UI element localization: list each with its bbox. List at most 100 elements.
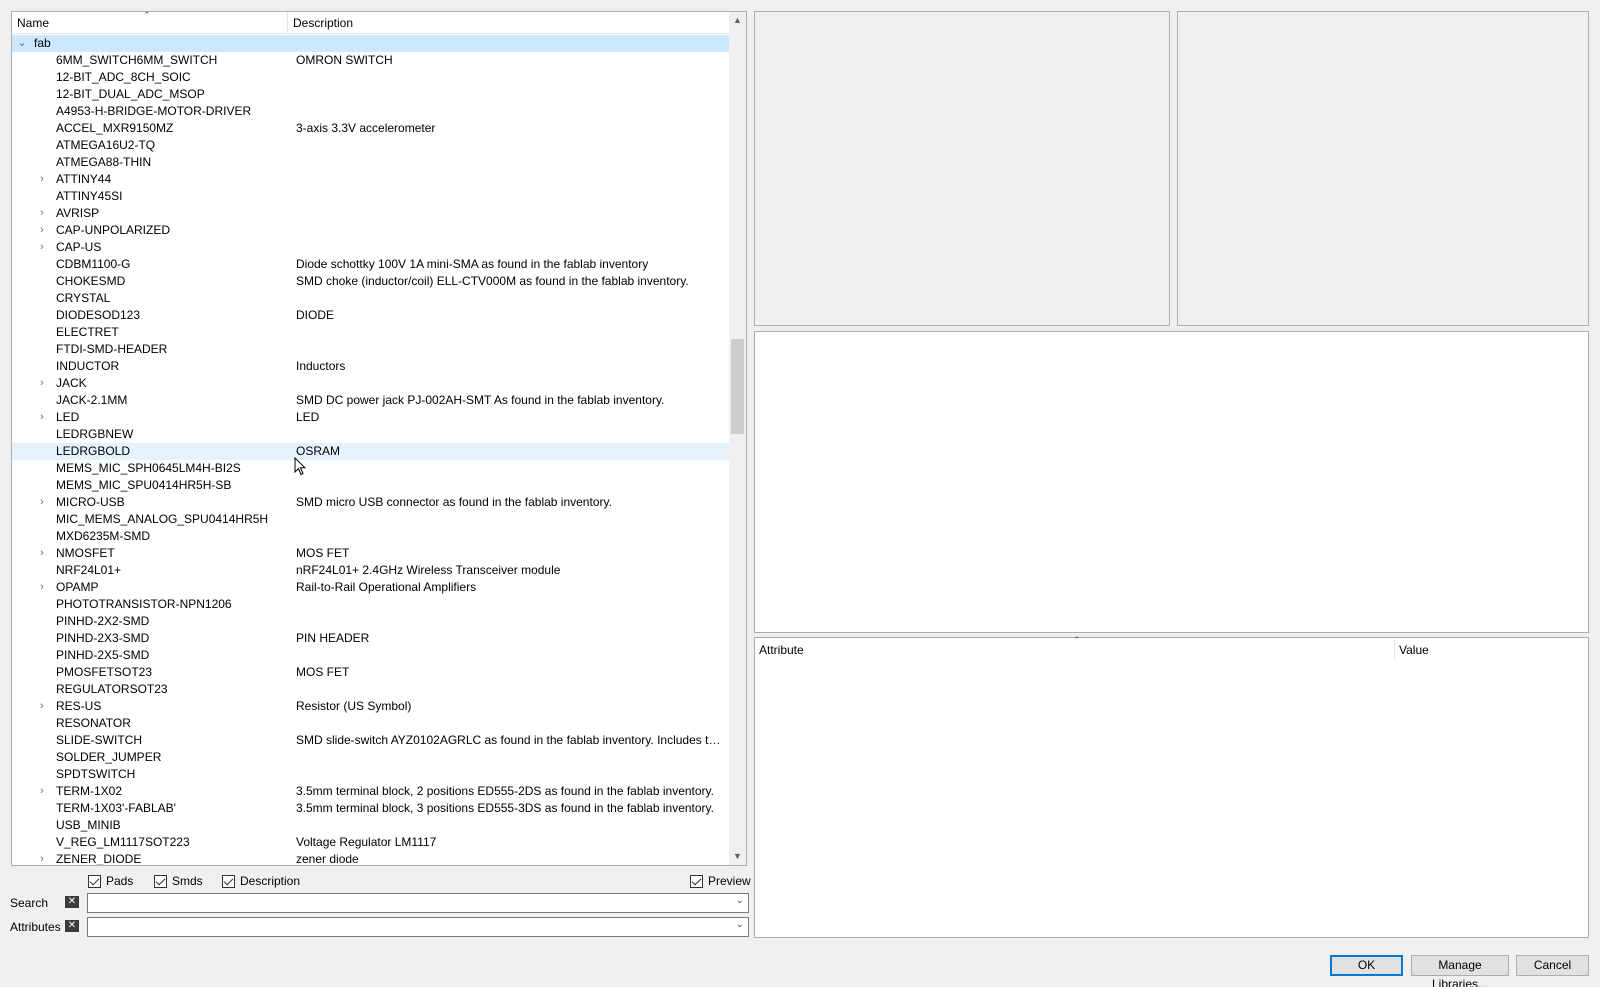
manage-libraries-button[interactable]: Manage Libraries... bbox=[1411, 955, 1509, 987]
chevron-right-icon[interactable]: › bbox=[36, 222, 48, 239]
tree-row[interactable]: SOLDER_JUMPER bbox=[12, 749, 730, 766]
column-header-attribute[interactable]: Attribute bbox=[759, 643, 804, 657]
tree-row[interactable]: ELECTRET bbox=[12, 324, 730, 341]
tree-row[interactable]: ATTINY45SI bbox=[12, 188, 730, 205]
checkbox-checked-icon[interactable] bbox=[154, 874, 167, 888]
preview-label: Preview bbox=[708, 874, 751, 888]
scrollbar-thumb[interactable] bbox=[731, 339, 744, 434]
tree-row[interactable]: LEDRGBNEW bbox=[12, 426, 730, 443]
row-name: PINHD-2X5-SMD bbox=[56, 648, 150, 662]
tree-row[interactable]: V_REG_LM1117SOT223 Voltage Regulator LM11… bbox=[12, 834, 730, 851]
tree-row[interactable]: PINHD-2X3-SMD PIN HEADER bbox=[12, 630, 730, 647]
scroll-up-arrow-icon[interactable]: ▲ bbox=[729, 12, 746, 29]
tree-row[interactable]: INDUCTOR Inductors bbox=[12, 358, 730, 375]
tree-row[interactable]: REGULATORSOT23 bbox=[12, 681, 730, 698]
preview-checkbox[interactable]: Preview bbox=[690, 873, 751, 889]
tree-row[interactable]: A4953-H-BRIDGE-MOTOR-DRIVER bbox=[12, 103, 730, 120]
tree-row[interactable]: SLIDE-SWITCH SMD slide-switch AYZ0102AGRL… bbox=[12, 732, 730, 749]
row-name: A4953-H-BRIDGE-MOTOR-DRIVER bbox=[56, 104, 252, 118]
row-name: RESONATOR bbox=[56, 716, 131, 730]
tree-row[interactable]: LEDRGBOLD OSRAM bbox=[12, 443, 730, 460]
tree-row[interactable]: CDBM1100-G Diode schottky 100V 1A mini-SM… bbox=[12, 256, 730, 273]
scroll-down-arrow-icon[interactable]: ▼ bbox=[729, 848, 746, 865]
pads-checkbox[interactable]: Pads bbox=[88, 873, 133, 889]
clear-search-icon[interactable]: ✕ bbox=[65, 896, 79, 908]
row-name: SPDTSWITCH bbox=[56, 767, 136, 781]
chevron-down-icon[interactable]: ⌄ bbox=[16, 35, 28, 52]
library-tree[interactable]: Name Description ⌃ ⌄ fab 6MM_SWITCH6MM_S… bbox=[11, 11, 747, 866]
tree-row[interactable]: › MICRO-USB SMD micro USB connector as fou… bbox=[12, 494, 730, 511]
tree-row[interactable]: CRYSTAL bbox=[12, 290, 730, 307]
tree-row[interactable]: › LED LED bbox=[12, 409, 730, 426]
tree-row[interactable]: JACK-2.1MM SMD DC power jack PJ-002AH-SMT… bbox=[12, 392, 730, 409]
tree-row[interactable]: PINHD-2X5-SMD bbox=[12, 647, 730, 664]
attributes-combobox[interactable]: ⌄ bbox=[87, 917, 749, 937]
column-divider[interactable] bbox=[1394, 640, 1395, 660]
chevron-right-icon[interactable]: › bbox=[36, 239, 48, 256]
chevron-right-icon[interactable]: › bbox=[36, 851, 48, 865]
tree-row[interactable]: MIC_MEMS_ANALOG_SPU0414HR5H bbox=[12, 511, 730, 528]
tree-row[interactable]: › CAP-US bbox=[12, 239, 730, 256]
search-input[interactable] bbox=[88, 894, 718, 912]
chevron-down-icon[interactable]: ⌄ bbox=[736, 919, 744, 930]
description-pane bbox=[754, 331, 1589, 633]
tree-row[interactable]: PMOSFETSOT23 MOS FET bbox=[12, 664, 730, 681]
search-combobox[interactable]: ⌄ bbox=[87, 893, 749, 913]
chevron-right-icon[interactable]: › bbox=[36, 494, 48, 511]
tree-row[interactable]: › OPAMP Rail-to-Rail Operational Amplifier… bbox=[12, 579, 730, 596]
chevron-right-icon[interactable]: › bbox=[36, 579, 48, 596]
tree-row[interactable]: NRF24L01+ nRF24L01+ 2.4GHz Wireless Trans… bbox=[12, 562, 730, 579]
tree-row[interactable]: MEMS_MIC_SPH0645LM4H-BI2S bbox=[12, 460, 730, 477]
chevron-down-icon[interactable]: ⌄ bbox=[736, 895, 744, 906]
attributes-input[interactable] bbox=[88, 918, 718, 936]
checkbox-checked-icon[interactable] bbox=[222, 874, 235, 888]
cancel-button[interactable]: Cancel bbox=[1516, 955, 1589, 976]
column-header-value[interactable]: Value bbox=[1399, 643, 1429, 657]
tree-row[interactable]: DIODESOD123 DIODE bbox=[12, 307, 730, 324]
tree-row[interactable]: › TERM-1X02 3.5mm terminal block, 2 positi… bbox=[12, 783, 730, 800]
smds-checkbox[interactable]: Smds bbox=[154, 873, 203, 889]
row-name: FTDI-SMD-HEADER bbox=[56, 342, 168, 356]
tree-row[interactable]: › RES-US Resistor (US Symbol) bbox=[12, 698, 730, 715]
tree-row[interactable]: ACCEL_MXR9150MZ 3-axis 3.3V accelerometer bbox=[12, 120, 730, 137]
chevron-right-icon[interactable]: › bbox=[36, 783, 48, 800]
tree-row[interactable]: › NMOSFET MOS FET bbox=[12, 545, 730, 562]
tree-row[interactable]: PHOTOTRANSISTOR-NPN1206 bbox=[12, 596, 730, 613]
vertical-scrollbar[interactable]: ▲ ▼ bbox=[729, 12, 746, 865]
tree-row[interactable]: › AVRISP bbox=[12, 205, 730, 222]
tree-row[interactable]: RESONATOR bbox=[12, 715, 730, 732]
tree-row[interactable]: CHOKESMD SMD choke (inductor/coil) ELL-CT… bbox=[12, 273, 730, 290]
chevron-right-icon[interactable]: › bbox=[36, 698, 48, 715]
tree-row[interactable]: ATMEGA16U2-TQ bbox=[12, 137, 730, 154]
row-name: CDBM1100-G bbox=[56, 257, 131, 271]
tree-row[interactable]: PINHD-2X2-SMD bbox=[12, 613, 730, 630]
tree-row[interactable]: MEMS_MIC_SPU0414HR5H-SB bbox=[12, 477, 730, 494]
chevron-right-icon[interactable]: › bbox=[36, 171, 48, 188]
tree-row[interactable]: SPDTSWITCH bbox=[12, 766, 730, 783]
tree-row[interactable]: › ATTINY44 bbox=[12, 171, 730, 188]
symbol-preview-pane bbox=[754, 11, 1170, 326]
description-checkbox[interactable]: Description bbox=[222, 873, 300, 889]
chevron-right-icon[interactable]: › bbox=[36, 375, 48, 392]
checkbox-checked-icon[interactable] bbox=[88, 874, 101, 888]
tree-row[interactable]: › ZENER_DIODE zener diode bbox=[12, 851, 730, 865]
row-description: Voltage Regulator LM1117 bbox=[296, 835, 437, 849]
tree-row[interactable]: USB_MINIB bbox=[12, 817, 730, 834]
clear-attributes-icon[interactable]: ✕ bbox=[65, 920, 79, 932]
tree-row[interactable]: 12-BIT_DUAL_ADC_MSOP bbox=[12, 86, 730, 103]
tree-row[interactable]: ATMEGA88-THIN bbox=[12, 154, 730, 171]
chevron-right-icon[interactable]: › bbox=[36, 205, 48, 222]
checkbox-checked-icon[interactable] bbox=[690, 874, 703, 888]
tree-row[interactable]: MXD6235M-SMD bbox=[12, 528, 730, 545]
tree-row[interactable]: TERM-1X03'-FABLAB' 3.5mm terminal block, … bbox=[12, 800, 730, 817]
tree-row[interactable]: › JACK bbox=[12, 375, 730, 392]
ok-button[interactable]: OK bbox=[1330, 955, 1403, 976]
tree-row[interactable]: 12-BIT_ADC_8CH_SOIC bbox=[12, 69, 730, 86]
tree-row[interactable]: 6MM_SWITCH6MM_SWITCH OMRON SWITCH bbox=[12, 52, 730, 69]
chevron-right-icon[interactable]: › bbox=[36, 545, 48, 562]
chevron-right-icon[interactable]: › bbox=[36, 409, 48, 426]
column-header-description[interactable]: Description bbox=[288, 12, 730, 34]
tree-row[interactable]: › CAP-UNPOLARIZED bbox=[12, 222, 730, 239]
tree-row[interactable]: FTDI-SMD-HEADER bbox=[12, 341, 730, 358]
tree-root-fab[interactable]: ⌄ fab bbox=[12, 35, 730, 52]
